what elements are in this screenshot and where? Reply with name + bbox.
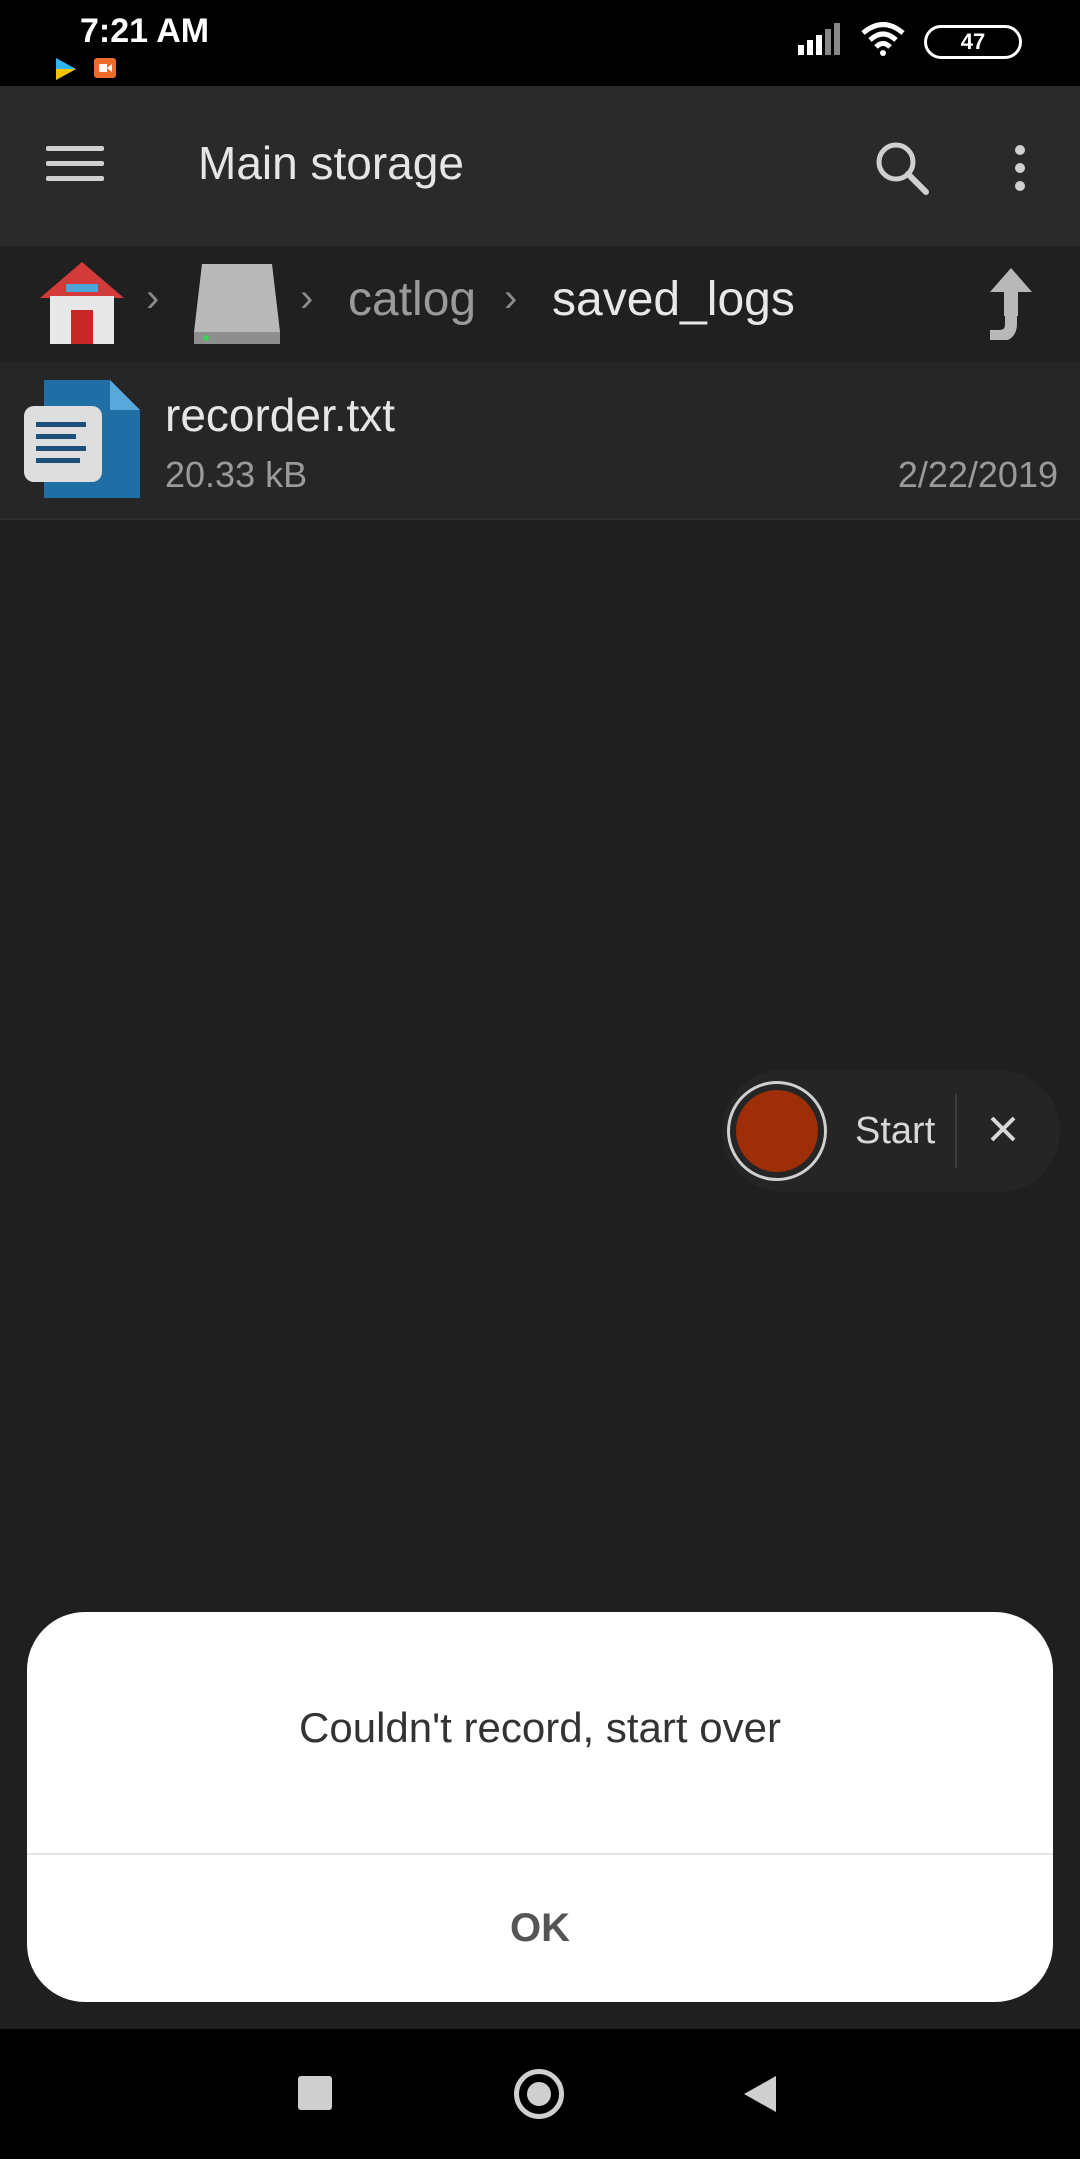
alert-dialog: Couldn't record, start over OK: [27, 1612, 1053, 2002]
status-icons: 47: [798, 22, 1022, 61]
recents-icon[interactable]: [298, 2076, 332, 2110]
home-icon[interactable]: [38, 260, 126, 351]
divider: [955, 1094, 957, 1168]
battery-icon: 47: [924, 24, 1022, 59]
chevron-right-icon: ›: [300, 276, 314, 320]
signal-icon: [798, 23, 842, 60]
storage-drive-icon[interactable]: [192, 260, 282, 351]
search-icon[interactable]: [868, 134, 938, 204]
wifi-icon: [860, 22, 906, 61]
toolbar: Main storage: [0, 86, 1080, 246]
status-time: 7:21 AM: [80, 12, 210, 50]
breadcrumb: › › catlog › saved_logs: [0, 246, 1080, 362]
up-arrow-icon[interactable]: [986, 266, 1036, 345]
breadcrumb-saved-logs[interactable]: saved_logs: [552, 272, 795, 327]
close-icon[interactable]: [982, 1108, 1024, 1150]
text-document-icon: [22, 378, 142, 505]
file-size: 20.33 kB: [165, 454, 308, 495]
chevron-right-icon: ›: [504, 276, 518, 320]
file-date: 2/22/2019: [897, 454, 1058, 495]
record-button[interactable]: [727, 1081, 827, 1181]
menu-icon[interactable]: [40, 136, 110, 196]
list-item[interactable]: recorder.txt 20.33 kB 2/22/2019: [0, 362, 1080, 520]
dialog-message: Couldn't record, start over: [299, 1704, 781, 1751]
chevron-right-icon: ›: [146, 276, 160, 320]
ok-button[interactable]: OK: [27, 1855, 1053, 2002]
back-icon[interactable]: [744, 2076, 776, 2112]
notification-icons: [56, 58, 116, 85]
file-name: recorder.txt: [165, 389, 396, 441]
start-button[interactable]: Start: [855, 1110, 935, 1153]
more-vert-icon[interactable]: [1000, 134, 1040, 204]
home-button-icon[interactable]: [514, 2069, 564, 2119]
status-bar: 7:21 AM 47: [0, 0, 1080, 86]
play-store-icon: [56, 58, 76, 85]
screen-recorder-icon: [94, 58, 116, 85]
page-title: Main storage: [198, 137, 464, 189]
breadcrumb-catlog[interactable]: catlog: [348, 272, 476, 327]
